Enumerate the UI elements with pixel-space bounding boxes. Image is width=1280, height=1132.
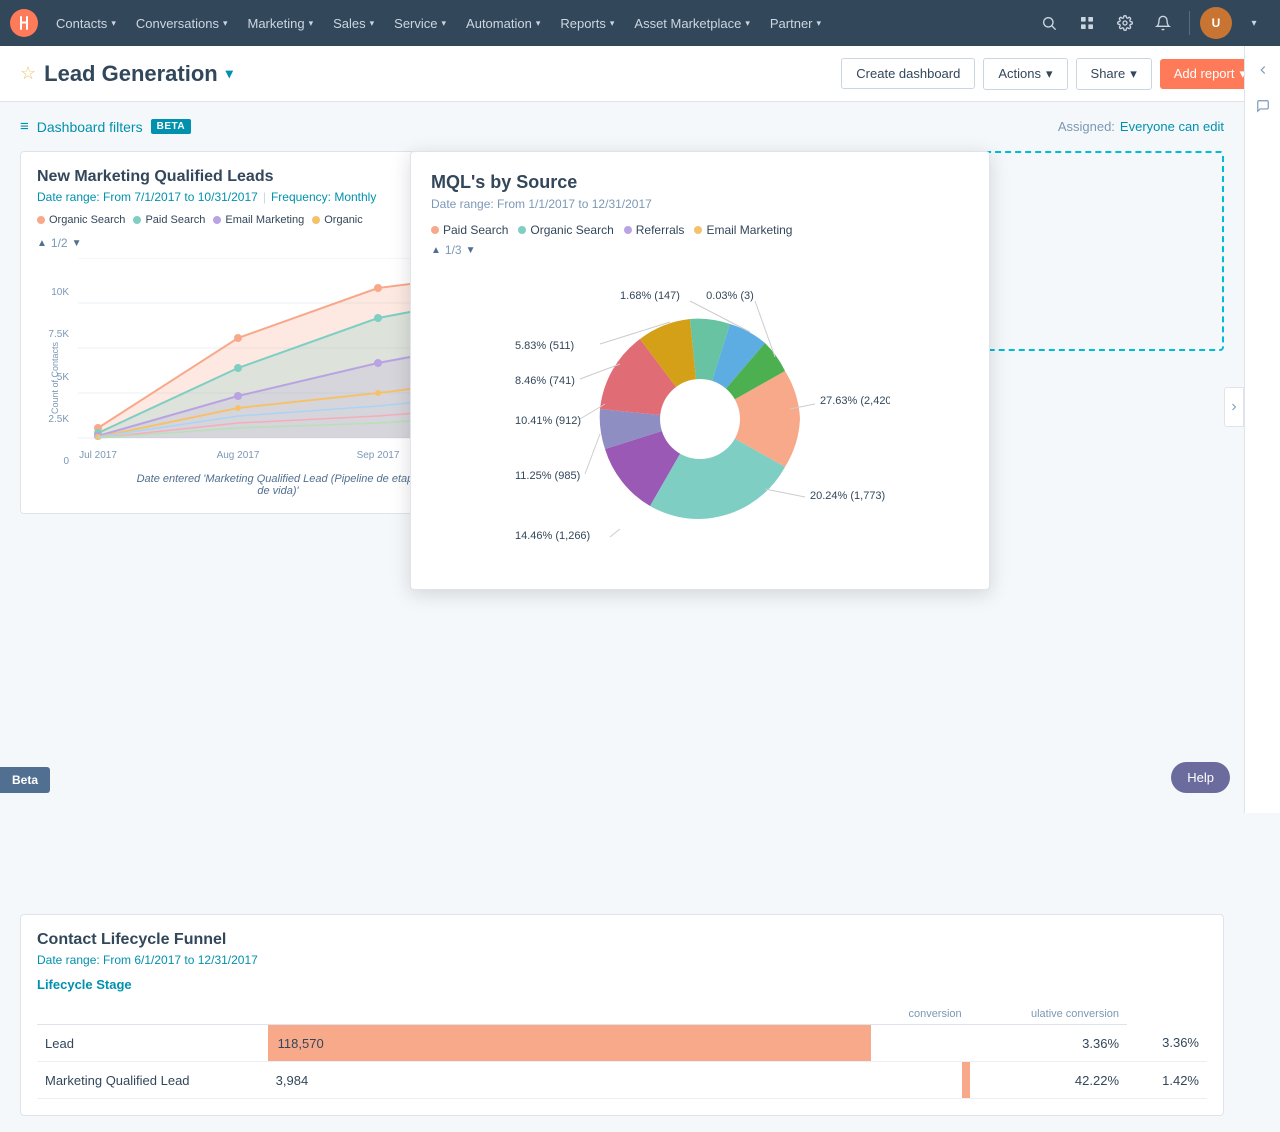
settings-icon[interactable] bbox=[1109, 7, 1141, 39]
nav-item-partner[interactable]: Partner ▾ bbox=[760, 0, 831, 46]
beta-badge: BETA bbox=[151, 119, 191, 134]
nav-item-reports[interactable]: Reports ▾ bbox=[550, 0, 624, 46]
svg-text:Aug 2017: Aug 2017 bbox=[217, 450, 260, 461]
cards-area: New Marketing Qualified Leads Date range… bbox=[20, 151, 1224, 514]
mql-popup: MQL's by Source Date range: From 1/1/201… bbox=[410, 151, 990, 590]
create-dashboard-button[interactable]: Create dashboard bbox=[841, 58, 975, 89]
assigned-value[interactable]: Everyone can edit bbox=[1120, 119, 1224, 134]
title-dropdown-arrow[interactable]: ▾ bbox=[226, 65, 233, 82]
hubspot-logo[interactable] bbox=[10, 9, 38, 37]
mql-popup-date: Date range: From 1/1/2017 to 12/31/2017 bbox=[431, 197, 969, 211]
funnel-card-title: Contact Lifecycle Funnel bbox=[37, 931, 1207, 949]
svg-text:11.25% (985): 11.25% (985) bbox=[515, 470, 580, 482]
chat-bubble-icon[interactable] bbox=[1249, 92, 1277, 120]
nav-right-icons: U ▾ bbox=[1033, 7, 1270, 39]
collapse-right-panel-icon[interactable] bbox=[1249, 56, 1277, 84]
mql-pg-down-icon[interactable]: ▼ bbox=[466, 245, 476, 256]
lead-bar: 118,570 bbox=[268, 1025, 872, 1061]
funnel-card-date: Date range: From 6/1/2017 to 12/31/2017 bbox=[37, 953, 1207, 967]
y-axis: 0 2.5K 5K 7.5K 10K Count of Contacts bbox=[37, 258, 73, 497]
pie-chart-svg: 27.63% (2,420) 20.24% (1,773) 14.46% (1,… bbox=[510, 279, 890, 559]
help-floating-button[interactable]: Help bbox=[1171, 762, 1230, 793]
right-panel bbox=[1244, 46, 1280, 813]
mql-bar bbox=[962, 1062, 970, 1098]
search-icon[interactable] bbox=[1033, 7, 1065, 39]
legend-item-organic: Organic bbox=[312, 214, 363, 226]
actions-dropdown-icon: ▾ bbox=[1046, 66, 1053, 82]
bell-icon[interactable] bbox=[1147, 7, 1179, 39]
expand-panel-icon[interactable] bbox=[1224, 387, 1244, 427]
nav-items: Contacts ▾ Conversations ▾ Marketing ▾ S… bbox=[46, 0, 1033, 46]
pagination-up-icon[interactable]: ▲ bbox=[37, 238, 47, 249]
nav-item-service[interactable]: Service ▾ bbox=[384, 0, 456, 46]
header-actions: Create dashboard Actions ▾ Share ▾ Add r… bbox=[841, 58, 1260, 90]
grid-icon[interactable] bbox=[1071, 7, 1103, 39]
svg-text:Jul 2017: Jul 2017 bbox=[79, 450, 117, 461]
nav-item-sales[interactable]: Sales ▾ bbox=[323, 0, 384, 46]
svg-text:1.68% (147): 1.68% (147) bbox=[620, 290, 680, 302]
nav-item-contacts[interactable]: Contacts ▾ bbox=[46, 0, 126, 46]
lifecycle-funnel-card: Contact Lifecycle Funnel Date range: Fro… bbox=[20, 914, 1224, 1116]
second-row: Contact Lifecycle Funnel Date range: Fro… bbox=[20, 914, 1224, 1116]
svg-text:14.46% (1,266): 14.46% (1,266) bbox=[515, 530, 590, 542]
nav-item-automation[interactable]: Automation ▾ bbox=[456, 0, 550, 46]
lifecycle-stage-label: Lifecycle Stage bbox=[37, 977, 1207, 992]
svg-text:20.24% (1,773): 20.24% (1,773) bbox=[810, 490, 885, 502]
dashboard-filters-row: ≡ Dashboard filters BETA Assigned: Every… bbox=[20, 118, 1224, 135]
y-axis-label: Count of Contacts bbox=[50, 341, 60, 413]
mql-legend-organic-search: Organic Search bbox=[518, 223, 613, 237]
mql-popup-legend: Paid Search Organic Search Referrals Ema… bbox=[431, 223, 969, 237]
user-menu-arrow[interactable]: ▾ bbox=[1238, 7, 1270, 39]
pie-chart-container: 27.63% (2,420) 20.24% (1,773) 14.46% (1,… bbox=[431, 269, 969, 569]
share-dropdown-icon: ▾ bbox=[1130, 66, 1137, 82]
table-row-lead: Lead 118,570 3.36% 3.36% bbox=[37, 1025, 1207, 1062]
actions-button[interactable]: Actions ▾ bbox=[983, 58, 1067, 90]
svg-text:5.83% (511): 5.83% (511) bbox=[515, 340, 574, 352]
svg-text:8.46% (741): 8.46% (741) bbox=[515, 375, 575, 387]
user-avatar[interactable]: U bbox=[1200, 7, 1232, 39]
mql-popup-pagination: ▲ 1/3 ▼ bbox=[431, 243, 969, 257]
top-navigation: Contacts ▾ Conversations ▾ Marketing ▾ S… bbox=[0, 0, 1280, 46]
beta-floating-button[interactable]: Beta bbox=[0, 767, 50, 793]
mql-legend-referrals: Referrals bbox=[624, 223, 685, 237]
legend-item-email-marketing: Email Marketing bbox=[213, 214, 304, 226]
main-content: ≡ Dashboard filters BETA Assigned: Every… bbox=[0, 102, 1280, 1132]
nav-item-asset-marketplace[interactable]: Asset Marketplace ▾ bbox=[624, 0, 759, 46]
funnel-table: conversion ulative conversion Lead 118,5… bbox=[37, 1004, 1207, 1099]
dashed-card-3 bbox=[985, 153, 1222, 349]
nav-divider bbox=[1189, 11, 1190, 35]
svg-text:10.41% (912): 10.41% (912) bbox=[515, 415, 581, 427]
filter-icon: ≡ bbox=[20, 118, 29, 135]
mql-pg-up-icon[interactable]: ▲ bbox=[431, 245, 441, 256]
header-bar: ☆ Lead Generation ▾ Create dashboard Act… bbox=[0, 46, 1280, 102]
nav-item-conversations[interactable]: Conversations ▾ bbox=[126, 0, 238, 46]
pagination-down-icon[interactable]: ▼ bbox=[72, 238, 82, 249]
svg-text:Sep 2017: Sep 2017 bbox=[357, 450, 400, 461]
legend-item-paid-search: Paid Search bbox=[133, 214, 205, 226]
mql-popup-title: MQL's by Source bbox=[431, 172, 969, 193]
legend-item-organic-search: Organic Search bbox=[37, 214, 125, 226]
mql-legend-email-marketing: Email Marketing bbox=[694, 223, 792, 237]
share-button[interactable]: Share ▾ bbox=[1076, 58, 1152, 90]
mql-legend-paid-search: Paid Search bbox=[431, 223, 508, 237]
favorite-star-icon[interactable]: ☆ bbox=[20, 63, 36, 84]
nav-item-marketing[interactable]: Marketing ▾ bbox=[237, 0, 323, 46]
page-title: Lead Generation ▾ bbox=[44, 61, 233, 87]
table-row-mql: Marketing Qualified Lead 3,984 42.22% bbox=[37, 1062, 1207, 1099]
svg-text:27.63% (2,420): 27.63% (2,420) bbox=[820, 395, 890, 407]
dashboard-filters-label[interactable]: Dashboard filters bbox=[37, 119, 143, 135]
svg-text:0.03% (3): 0.03% (3) bbox=[706, 290, 754, 302]
assigned-section: Assigned: Everyone can edit bbox=[1058, 119, 1224, 134]
